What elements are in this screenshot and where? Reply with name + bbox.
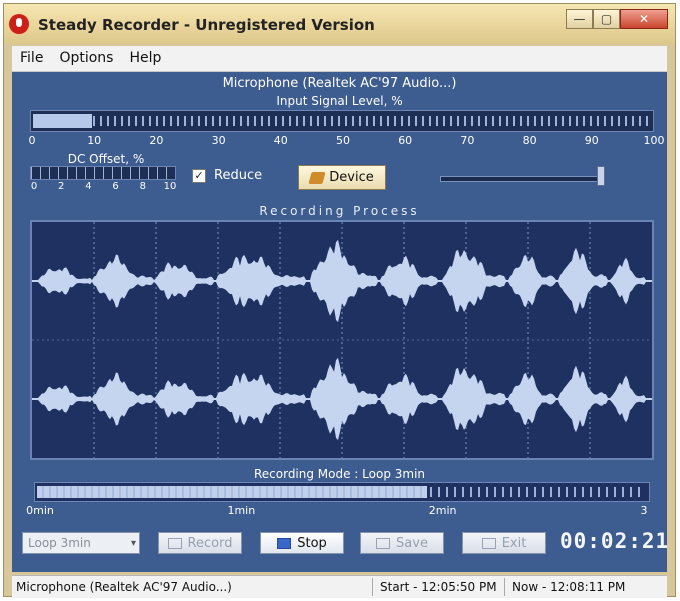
window-controls: — ▢ ✕ xyxy=(566,9,668,33)
input-device-title: Microphone (Realtek AC'97 Audio...) xyxy=(222,76,457,91)
chevron-down-icon: ▾ xyxy=(130,538,136,549)
record-button[interactable]: Record xyxy=(158,532,242,554)
mode-select[interactable]: Loop 3min ▾ xyxy=(22,532,140,554)
menu-options[interactable]: Options xyxy=(51,46,121,71)
device-button-label: Device xyxy=(329,170,374,185)
dc-offset-title: DC Offset, % xyxy=(67,152,145,166)
minimize-button[interactable]: — xyxy=(566,9,593,29)
input-scale-label: 20 xyxy=(149,134,164,147)
status-divider xyxy=(504,578,505,596)
dc-offset-scale-label: 10 xyxy=(163,181,177,192)
dc-offset-scale: 0 2 4 6 8 10 xyxy=(30,181,177,195)
status-divider xyxy=(372,578,373,596)
recording-process-title: Recording Process xyxy=(259,204,420,218)
input-scale-label: 30 xyxy=(211,134,226,147)
recording-mode-ticks xyxy=(430,487,646,497)
input-level-fill xyxy=(33,114,92,128)
stop-button-label: Stop xyxy=(297,535,327,551)
input-scale-label: 40 xyxy=(273,134,288,147)
mode-select-value: Loop 3min xyxy=(28,536,91,550)
menu-help[interactable]: Help xyxy=(121,46,169,71)
dc-offset-scale-label: 2 xyxy=(58,181,65,192)
stop-button[interactable]: Stop xyxy=(260,532,344,554)
input-scale-label: 60 xyxy=(398,134,413,147)
status-device: Microphone (Realtek AC'97 Audio...) xyxy=(16,580,232,594)
dc-offset-meter xyxy=(30,166,176,180)
reduce-checkbox[interactable]: ✓ xyxy=(192,168,206,183)
window-title: Steady Recorder - Unregistered Version xyxy=(38,16,375,34)
recording-mode-scale-label: 0min xyxy=(26,504,54,517)
status-bar: Microphone (Realtek AC'97 Audio...) Star… xyxy=(12,575,667,598)
main-panel: Microphone (Realtek AC'97 Audio...) Inpu… xyxy=(12,72,670,572)
recording-mode-progress xyxy=(34,482,650,502)
close-button[interactable]: ✕ xyxy=(620,9,668,29)
stop-icon xyxy=(277,537,292,549)
menu-file[interactable]: File xyxy=(12,46,51,71)
input-scale-label: 80 xyxy=(522,134,537,147)
record-icon xyxy=(167,537,182,549)
reduce-label: Reduce xyxy=(214,168,263,183)
status-start-time: Start - 12:05:50 PM xyxy=(380,580,497,594)
input-scale-label: 10 xyxy=(87,134,102,147)
input-level-title: Input Signal Level, % xyxy=(276,94,403,108)
save-button[interactable]: Save xyxy=(360,532,444,554)
save-button-label: Save xyxy=(396,535,428,551)
recording-mode-scale-label: 1min xyxy=(227,504,256,517)
input-scale-label: 90 xyxy=(584,134,599,147)
exit-button-label: Exit xyxy=(501,535,527,551)
volume-slider-thumb[interactable] xyxy=(597,166,605,186)
status-current-time: Now - 12:08:11 PM xyxy=(512,580,626,594)
maximize-button[interactable]: ▢ xyxy=(593,9,620,29)
device-button[interactable]: Device xyxy=(298,165,386,190)
exit-icon xyxy=(481,537,496,549)
volume-slider-track[interactable] xyxy=(440,176,602,182)
input-level-meter xyxy=(30,110,654,132)
recording-mode-scale-label: 2min xyxy=(428,504,457,517)
dc-offset-scale-label: 8 xyxy=(139,181,146,192)
device-icon xyxy=(308,171,326,184)
menu-bar: File Options Help xyxy=(12,46,667,72)
dc-offset-scale-label: 6 xyxy=(112,181,119,192)
record-button-label: Record xyxy=(187,535,233,551)
input-level-scale: 0 10 20 30 40 50 60 70 80 90 100 xyxy=(26,134,665,150)
app-logo-icon xyxy=(9,14,29,34)
dc-offset-scale-label: 4 xyxy=(85,181,92,192)
dc-offset-scale-label: 0 xyxy=(30,181,38,192)
controls-row: Loop 3min ▾ Record Stop Save Exit 00:02:… xyxy=(12,527,670,561)
app-window: Steady Recorder - Unregistered Version —… xyxy=(3,3,676,598)
recording-mode-scale-label: 3 xyxy=(640,504,648,517)
waveform-display xyxy=(30,220,654,460)
input-scale-label: 0 xyxy=(28,134,36,147)
recording-mode-fill xyxy=(37,486,427,498)
reduce-option[interactable]: ✓ Reduce xyxy=(192,168,262,183)
recording-mode-scale: 0min 1min 2min 3 xyxy=(26,504,650,518)
waveform-graphic xyxy=(32,222,652,458)
input-scale-label: 50 xyxy=(336,134,350,147)
title-bar[interactable]: Steady Recorder - Unregistered Version —… xyxy=(4,4,675,44)
elapsed-timer: 00:02:21 xyxy=(560,529,670,553)
save-icon xyxy=(376,537,391,549)
recording-mode-title: Recording Mode : Loop 3min xyxy=(253,467,426,481)
input-scale-label: 70 xyxy=(460,134,475,147)
input-scale-label: 100 xyxy=(643,134,665,147)
input-meter-ticks xyxy=(93,116,649,126)
exit-button[interactable]: Exit xyxy=(462,532,546,554)
